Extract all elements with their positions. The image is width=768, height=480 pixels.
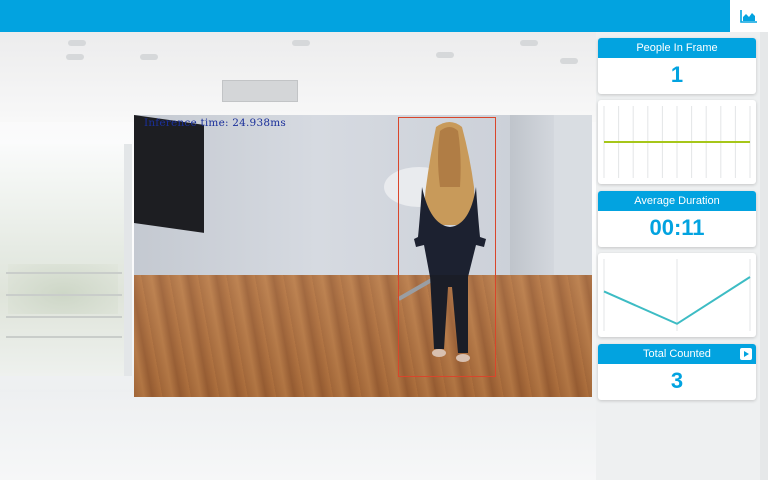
duration-chart-svg [603, 259, 751, 331]
stats-panel: People In Frame 1 Average Duration 00:11… [596, 32, 768, 480]
chart-toggle-button[interactable] [730, 0, 768, 32]
people-in-frame-label: People In Frame [598, 38, 756, 58]
people-in-frame-card: People In Frame 1 [598, 38, 756, 94]
panel-scrollbar[interactable] [760, 32, 768, 480]
people-chart-svg [603, 106, 751, 178]
area-chart-icon [740, 10, 757, 23]
play-icon[interactable] [740, 348, 752, 360]
tv-screen [134, 115, 204, 233]
video-feed: Inference time: 24.938ms [134, 115, 592, 397]
total-counted-value: 3 [670, 368, 684, 393]
average-duration-card: Average Duration 00:11 [598, 191, 756, 247]
total-counted-label: Total Counted [643, 348, 711, 360]
total-counted-card: Total Counted 3 [598, 344, 756, 400]
average-duration-value: 00:11 [649, 215, 705, 240]
inference-time-text: Inference time: 24.938ms [144, 117, 286, 129]
detection-bounding-box [398, 117, 496, 377]
people-in-frame-value: 1 [670, 62, 684, 87]
average-duration-chart [598, 253, 756, 337]
top-bar [0, 0, 730, 32]
people-in-frame-chart [598, 100, 756, 184]
total-counted-header: Total Counted [598, 344, 756, 364]
average-duration-label: Average Duration [598, 191, 756, 211]
